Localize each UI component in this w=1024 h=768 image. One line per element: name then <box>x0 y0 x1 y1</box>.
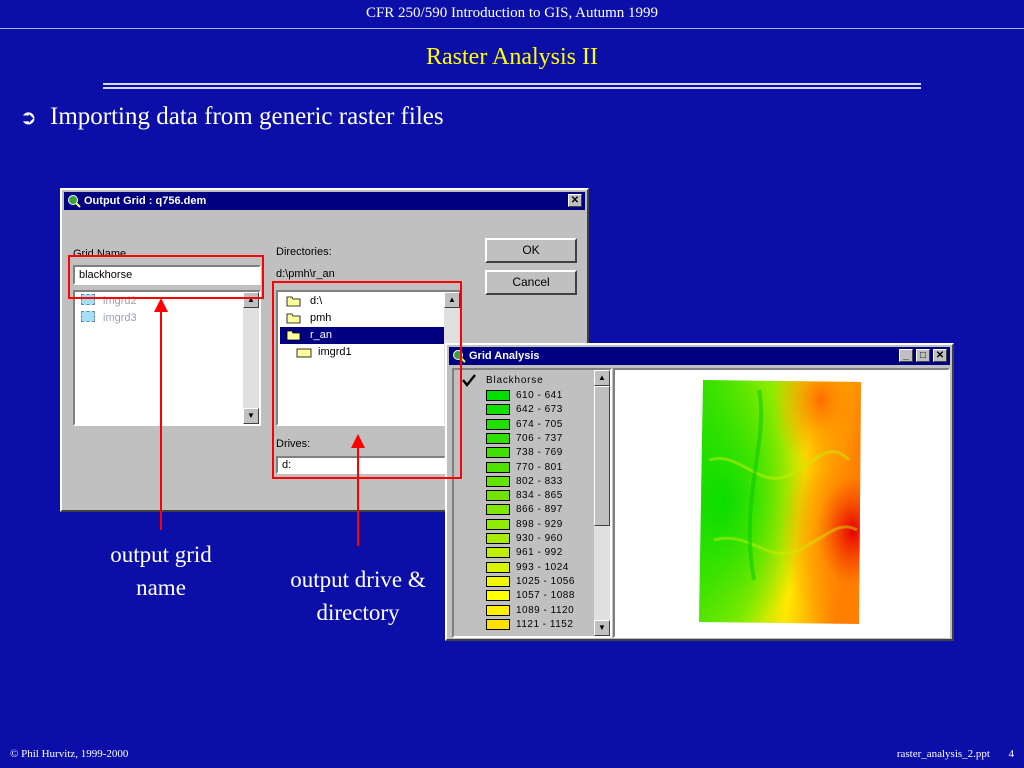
grid-analysis-window: Grid Analysis _ □ ✕ Blackhorse 610 - 641… <box>445 343 954 641</box>
legend-swatch <box>486 504 510 516</box>
legend-swatch <box>486 447 510 459</box>
footer-copyright: © Phil Hurvitz, 1999-2000 <box>10 748 129 760</box>
legend-range-label: 1121 - 1152 <box>516 618 574 630</box>
legend-range-label: 1025 - 1056 <box>516 575 575 587</box>
grid-list-scrollbar[interactable]: ▲ ▼ <box>243 292 259 424</box>
ok-button[interactable]: OK <box>485 238 577 263</box>
grid-name-arrow-line <box>160 312 162 530</box>
legend-range-label: 706 - 737 <box>516 432 563 444</box>
legend-swatch <box>486 390 510 401</box>
legend-range-label: 610 - 641 <box>516 390 563 401</box>
scroll-up-icon[interactable]: ▲ <box>594 370 610 386</box>
legend-swatch <box>486 561 510 573</box>
grid-name-arrowhead <box>154 298 168 312</box>
directories-label: Directories: <box>276 246 332 258</box>
cancel-button[interactable]: Cancel <box>485 270 577 295</box>
list-item[interactable]: imgrd3 <box>81 311 137 324</box>
legend-swatch <box>486 518 510 530</box>
legend-swatch <box>486 461 510 473</box>
bullet-item: ➲ Importing data from generic raster file… <box>20 103 444 131</box>
legend-swatch <box>486 533 510 544</box>
legend-scrollbar[interactable]: ▲ ▼ <box>594 370 610 636</box>
drive-directory-annotation: output drive & directory <box>290 567 426 625</box>
legend-swatch <box>486 590 510 602</box>
title-rule-bottom <box>103 87 921 89</box>
legend-range-label: 1057 - 1088 <box>516 590 575 602</box>
bullet-text: Importing data from generic raster files <box>50 103 444 130</box>
legend-swatch <box>486 404 510 416</box>
drive-arrowhead <box>351 434 365 448</box>
legend-swatch <box>486 618 510 630</box>
scroll-down-icon[interactable]: ▼ <box>594 620 610 636</box>
slide-header: CFR 250/590 Introduction to GIS, Autumn … <box>0 0 1024 29</box>
legend-range-label: 1089 - 1120 <box>516 604 575 616</box>
legend-swatch <box>486 547 510 559</box>
scroll-down-icon[interactable]: ▼ <box>243 408 259 424</box>
legend-swatch <box>486 432 510 444</box>
legend-swatch <box>486 604 510 616</box>
grid-analysis-titlebar[interactable]: Grid Analysis _ □ ✕ <box>449 347 950 365</box>
legend-range-label: 802 - 833 <box>516 475 563 487</box>
drive-directory-highlight <box>272 281 462 479</box>
legend-swatch <box>486 490 510 502</box>
map-canvas[interactable] <box>613 368 950 638</box>
footer-filename: raster_analysis_2.ppt <box>896 748 990 760</box>
title-rule-top <box>103 83 921 85</box>
legend-range-label: 993 - 1024 <box>516 561 569 573</box>
legend-range-label: 674 - 705 <box>516 418 563 430</box>
legend-range-label: 866 - 897 <box>516 504 563 516</box>
legend-swatch <box>486 475 510 487</box>
legend-range-label: 961 - 992 <box>516 547 563 559</box>
legend-swatch <box>486 418 510 430</box>
minimize-icon[interactable]: _ <box>899 349 913 362</box>
arrow-bullet-icon: ➲ <box>20 105 37 129</box>
scroll-thumb[interactable] <box>594 386 610 526</box>
legend-panel: Blackhorse 610 - 641 642 - 673 674 - 705 70… <box>452 368 612 638</box>
checkmark-icon[interactable] <box>461 373 477 387</box>
legend-range-label: 642 - 673 <box>516 404 563 416</box>
drive-arrow-line <box>357 446 359 546</box>
elevation-raster <box>699 380 861 624</box>
grid-name-annotation: output grid name <box>110 542 212 600</box>
grid-name-highlight <box>68 255 264 299</box>
legend-range-label: 770 - 801 <box>516 461 563 473</box>
output-grid-title: Output Grid : q756.dem <box>84 195 207 207</box>
slide-title: Raster Analysis II <box>426 44 598 70</box>
legend-title: Blackhorse <box>486 375 544 386</box>
grid-analysis-title: Grid Analysis <box>469 350 540 362</box>
legend-range-label: 930 - 960 <box>516 533 563 544</box>
globe-magnifier-icon <box>68 195 81 208</box>
legend-range-label: 834 - 865 <box>516 490 563 502</box>
output-grid-titlebar[interactable]: Output Grid : q756.dem ✕ <box>64 192 585 210</box>
legend-range-label: 738 - 769 <box>516 447 563 459</box>
grid-icon <box>81 311 95 322</box>
legend-range-label: 898 - 929 <box>516 518 563 530</box>
legend-swatch <box>486 575 510 587</box>
maximize-icon[interactable]: □ <box>916 349 930 362</box>
close-icon[interactable]: ✕ <box>568 194 582 207</box>
close-icon[interactable]: ✕ <box>933 349 947 362</box>
footer-page-number: 4 <box>1008 748 1015 760</box>
current-path: d:\pmh\r_an <box>276 268 335 280</box>
